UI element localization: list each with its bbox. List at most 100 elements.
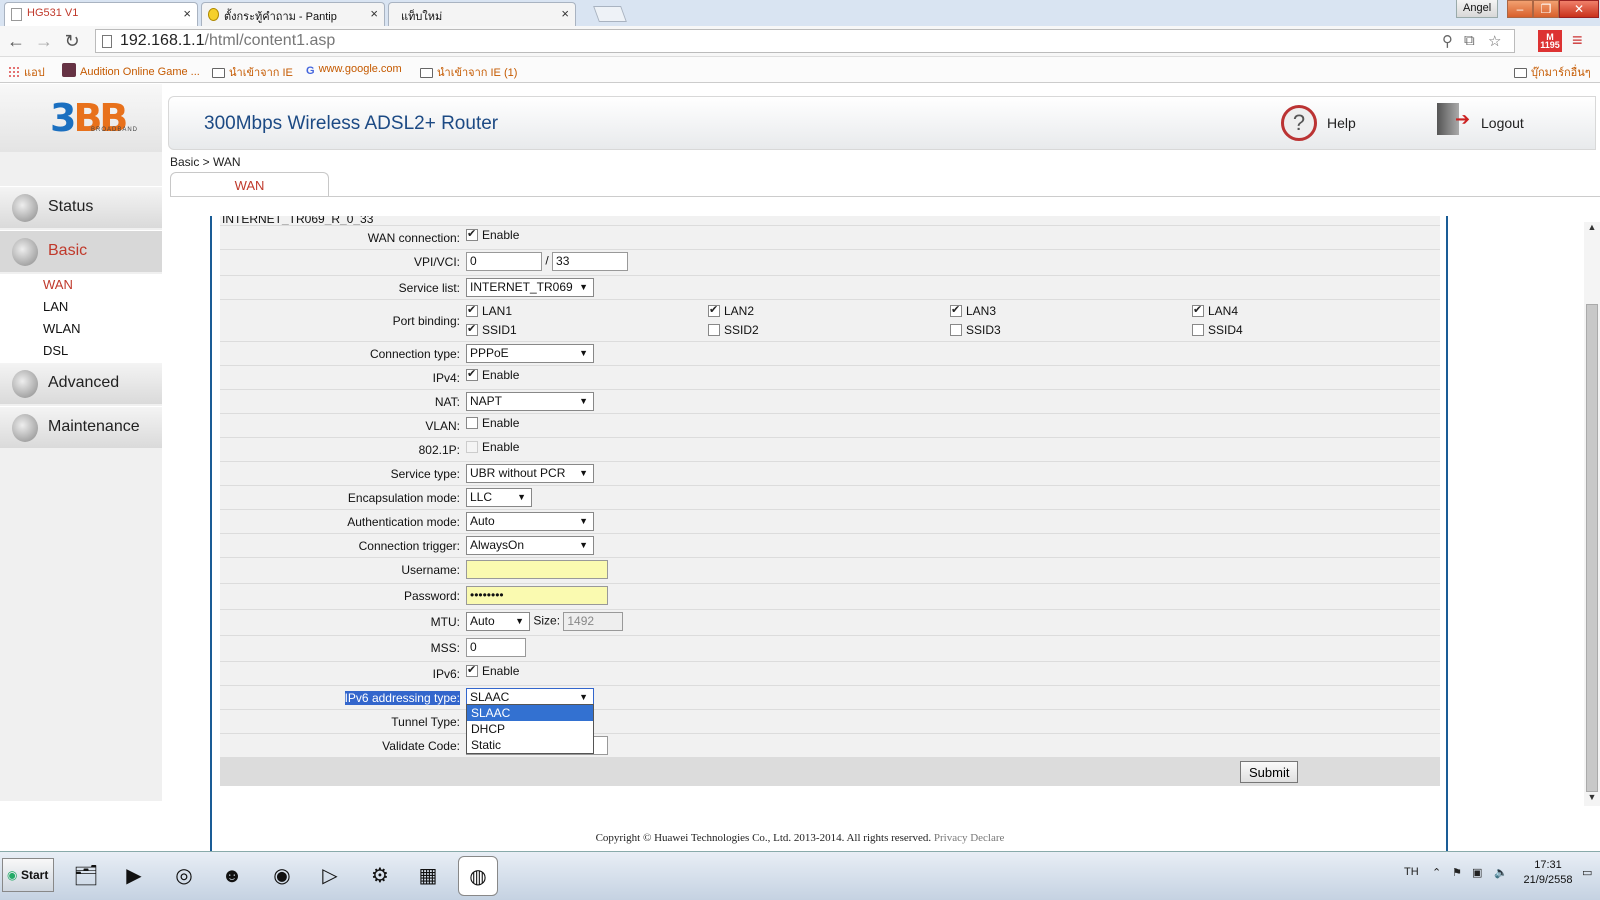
port-lan1[interactable]: LAN1 — [466, 303, 512, 318]
close-tab-icon[interactable]: × — [561, 6, 569, 21]
firefox-icon[interactable]: ◉ — [262, 856, 302, 896]
close-tab-icon[interactable]: × — [183, 6, 191, 21]
port-lan2[interactable]: LAN2 — [708, 303, 754, 318]
nav-sub-dsl[interactable]: DSL — [0, 340, 162, 362]
maximize-button[interactable]: ❐ — [1533, 0, 1559, 18]
vci-input[interactable]: 33 — [552, 252, 629, 271]
close-window-button[interactable]: ✕ — [1559, 0, 1599, 18]
connection-type-select[interactable]: PPPoE — [466, 344, 594, 363]
mtu-size-input[interactable]: 1492 — [563, 612, 624, 631]
nav-sub-wlan[interactable]: WLAN — [0, 318, 162, 340]
bookmark-audition[interactable]: Audition Online Game ... — [62, 63, 200, 78]
port-checkbox[interactable] — [466, 322, 478, 336]
clock[interactable]: 17:31 21/9/2558 — [1518, 858, 1578, 888]
address-bar[interactable]: 192.168.1.1/html/content1.asp ⚲ ⧉ ☆ — [95, 29, 1515, 53]
app-mascot-icon[interactable]: ☻ — [212, 856, 252, 896]
nav-maintenance[interactable]: Maintenance — [0, 406, 162, 448]
profile-button[interactable]: Angel — [1456, 0, 1499, 18]
port-checkbox[interactable] — [708, 324, 720, 336]
bookmark-ie-folder-1[interactable]: นำเข้าจาก IE (1) — [420, 63, 517, 81]
back-button[interactable]: ← — [4, 29, 28, 53]
extension-icon[interactable]: ⚲ — [1442, 32, 1453, 50]
wan-connection-checkbox[interactable] — [466, 227, 478, 241]
scroll-down-icon[interactable]: ▼ — [1584, 792, 1600, 806]
apps-grid-icon[interactable]: ▦ — [408, 856, 448, 896]
logout-link[interactable]: Logout — [1481, 115, 1524, 131]
port-checkbox[interactable] — [708, 303, 720, 317]
chrome-icon[interactable]: ◍ — [458, 856, 498, 896]
port-lan4[interactable]: LAN4 — [1192, 303, 1239, 318]
port-label: LAN4 — [1208, 304, 1239, 318]
reload-button[interactable]: ↻ — [60, 29, 84, 53]
ipv4-checkbox[interactable] — [466, 367, 478, 381]
help-icon[interactable]: ? — [1281, 105, 1317, 141]
auth-mode-select[interactable]: Auto — [466, 512, 594, 531]
app-swirl-icon[interactable]: ◎ — [164, 856, 204, 896]
nav-status[interactable]: Status — [0, 186, 162, 228]
nat-select[interactable]: NAPT — [466, 392, 594, 411]
scroll-thumb[interactable] — [1586, 304, 1598, 792]
minimize-button[interactable]: – — [1507, 0, 1533, 18]
privacy-link[interactable]: Privacy Declare — [934, 832, 1005, 844]
page-scrollbar[interactable]: ▲ ▼ — [1584, 222, 1600, 806]
port-ssid1[interactable]: SSID1 — [466, 322, 517, 337]
option-static[interactable]: Static — [467, 737, 593, 753]
bookmark-google[interactable]: Gwww.google.com — [306, 63, 402, 77]
port-checkbox[interactable] — [1192, 324, 1204, 336]
service-type-select[interactable]: UBR without PCR — [466, 464, 594, 483]
nav-sub-wan[interactable]: WAN — [0, 274, 162, 296]
service-list-select[interactable]: INTERNET_TR069 — [466, 278, 594, 297]
conn-trigger-select[interactable]: AlwaysOn — [466, 536, 594, 555]
bookmark-apps[interactable]: แอป — [8, 63, 45, 81]
steam-icon[interactable]: ⚙ — [360, 856, 400, 896]
tray-network-icon[interactable]: ▣ — [1472, 866, 1482, 879]
port-checkbox[interactable] — [950, 324, 962, 336]
port-ssid3[interactable]: SSID3 — [950, 323, 1001, 337]
translate-icon[interactable]: ⧉ — [1464, 32, 1475, 49]
close-tab-icon[interactable]: × — [370, 6, 378, 21]
option-slaac[interactable]: SLAAC — [467, 705, 593, 721]
help-link[interactable]: Help — [1327, 115, 1356, 131]
tab-wan[interactable]: WAN — [170, 172, 329, 197]
mtu-select[interactable]: Auto — [466, 612, 530, 631]
tray-flag-icon[interactable]: ⚑ — [1452, 866, 1462, 879]
password-input[interactable]: •••••••• — [466, 586, 608, 605]
show-desktop-icon[interactable]: ▭ — [1582, 866, 1592, 879]
scroll-up-icon[interactable]: ▲ — [1584, 222, 1600, 236]
nav-sub-lan[interactable]: LAN — [0, 296, 162, 318]
volume-icon[interactable]: 🔈 — [1494, 866, 1508, 879]
explorer-icon[interactable]: 🗂 — [66, 856, 106, 896]
browser-tab-hg531[interactable]: HG531 V1 × — [4, 2, 198, 26]
ipv6-checkbox[interactable] — [466, 663, 478, 677]
username-input[interactable] — [466, 560, 608, 579]
vpi-input[interactable]: 0 — [466, 252, 542, 271]
port-lan3[interactable]: LAN3 — [950, 303, 996, 318]
bookmark-ie-folder[interactable]: นำเข้าจาก IE — [212, 63, 293, 81]
option-dhcp[interactable]: DHCP — [467, 721, 593, 737]
player-icon[interactable]: ▷ — [310, 856, 350, 896]
browser-tab-newtab[interactable]: แท็บใหม่ × — [388, 2, 576, 26]
nav-basic[interactable]: Basic — [0, 230, 162, 272]
nav-advanced[interactable]: Advanced — [0, 362, 162, 404]
forward-button[interactable]: → — [32, 29, 56, 53]
p8021-checkbox[interactable] — [466, 441, 478, 453]
start-button[interactable]: Start — [2, 858, 54, 892]
media-player-icon[interactable]: ▶ — [114, 856, 154, 896]
language-indicator[interactable]: TH — [1404, 866, 1419, 878]
port-checkbox[interactable] — [1192, 303, 1204, 317]
encapsulation-select[interactable]: LLC — [466, 488, 532, 507]
new-tab-button[interactable] — [593, 6, 627, 22]
tray-expand-icon[interactable]: ⌃ — [1432, 866, 1441, 879]
port-ssid4[interactable]: SSID4 — [1192, 323, 1243, 337]
browser-tab-pantip[interactable]: ตั้งกระทู้คำถาม - Pantip × — [201, 2, 385, 26]
bookmark-star-icon[interactable]: ☆ — [1488, 32, 1501, 50]
submit-button[interactable]: Submit — [1240, 761, 1299, 783]
bookmark-other[interactable]: บุ๊กมาร์กอื่นๆ — [1514, 63, 1591, 81]
vlan-checkbox[interactable] — [466, 417, 478, 429]
mss-input[interactable]: 0 — [466, 638, 526, 657]
menu-icon[interactable]: ≡ — [1572, 30, 1583, 51]
port-ssid2[interactable]: SSID2 — [708, 323, 759, 337]
port-checkbox[interactable] — [950, 303, 962, 317]
gmail-icon[interactable]: M 1195 — [1538, 30, 1562, 52]
port-checkbox[interactable] — [466, 303, 478, 317]
